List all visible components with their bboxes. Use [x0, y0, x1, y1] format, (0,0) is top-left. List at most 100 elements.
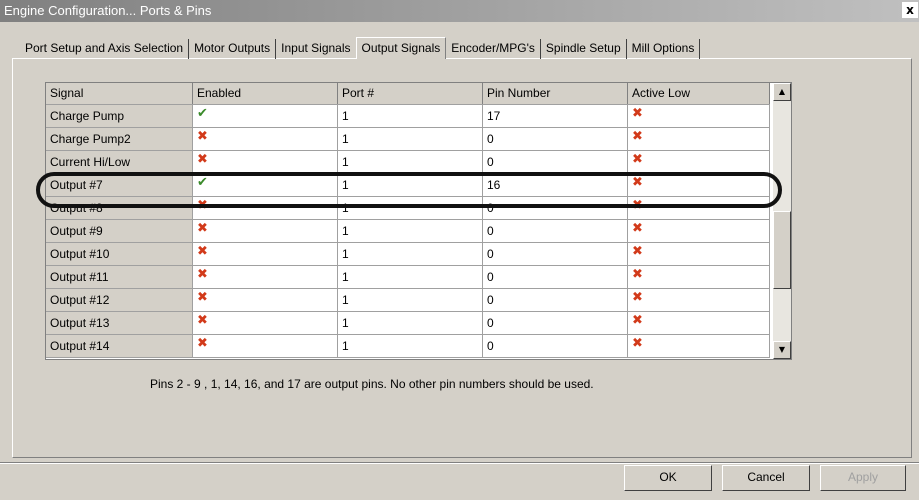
- tab-mill-options[interactable]: Mill Options: [627, 39, 701, 59]
- active-low-cell[interactable]: ✖: [628, 197, 770, 219]
- output-signals-grid: Signal Enabled Port # Pin Number Active …: [45, 82, 792, 360]
- enabled-cell[interactable]: ✖: [193, 151, 338, 173]
- cross-icon[interactable]: ✖: [632, 105, 643, 123]
- apply-button[interactable]: Apply: [820, 465, 906, 491]
- port-cell[interactable]: 1: [338, 128, 483, 150]
- close-button[interactable]: x: [902, 2, 918, 18]
- tab-motor-outputs[interactable]: Motor Outputs: [189, 39, 277, 59]
- cross-icon[interactable]: ✖: [632, 266, 643, 284]
- table-row[interactable]: Output #9 ✖ 1 0 ✖: [46, 220, 770, 243]
- cross-icon[interactable]: ✖: [632, 174, 643, 192]
- port-cell[interactable]: 1: [338, 174, 483, 196]
- port-cell[interactable]: 1: [338, 105, 483, 127]
- table-row[interactable]: Output #13 ✖ 1 0 ✖: [46, 312, 770, 335]
- active-low-cell[interactable]: ✖: [628, 312, 770, 334]
- cross-icon[interactable]: ✖: [197, 197, 208, 215]
- column-header-port[interactable]: Port #: [338, 83, 483, 104]
- column-header-active-low[interactable]: Active Low: [628, 83, 770, 104]
- pin-cell[interactable]: 0: [483, 289, 628, 311]
- cross-icon[interactable]: ✖: [632, 335, 643, 353]
- active-low-cell[interactable]: ✖: [628, 220, 770, 242]
- cross-icon[interactable]: ✖: [632, 128, 643, 146]
- tab-output-signals[interactable]: Output Signals: [355, 37, 447, 59]
- tab-input-signals[interactable]: Input Signals: [276, 39, 355, 59]
- active-low-cell[interactable]: ✖: [628, 266, 770, 288]
- table-row[interactable]: Output #12 ✖ 1 0 ✖: [46, 289, 770, 312]
- table-row[interactable]: Output #8 ✖ 1 0 ✖: [46, 197, 770, 220]
- port-cell[interactable]: 1: [338, 289, 483, 311]
- port-cell[interactable]: 1: [338, 335, 483, 357]
- table-row[interactable]: Current Hi/Low ✖ 1 0 ✖: [46, 151, 770, 174]
- enabled-cell[interactable]: ✖: [193, 220, 338, 242]
- scroll-down-icon[interactable]: ▼: [773, 341, 791, 359]
- ok-button[interactable]: OK: [624, 465, 712, 491]
- port-cell[interactable]: 1: [338, 197, 483, 219]
- pin-cell[interactable]: 0: [483, 335, 628, 357]
- port-cell[interactable]: 1: [338, 151, 483, 173]
- pin-cell[interactable]: 0: [483, 220, 628, 242]
- scroll-thumb[interactable]: [773, 211, 791, 289]
- pin-cell[interactable]: 0: [483, 197, 628, 219]
- port-cell[interactable]: 1: [338, 312, 483, 334]
- cross-icon[interactable]: ✖: [197, 151, 208, 169]
- active-low-cell[interactable]: ✖: [628, 174, 770, 196]
- cross-icon[interactable]: ✖: [197, 243, 208, 261]
- cross-icon[interactable]: ✖: [197, 312, 208, 330]
- active-low-cell[interactable]: ✖: [628, 289, 770, 311]
- scroll-up-icon[interactable]: ▲: [773, 83, 791, 101]
- table-row[interactable]: Output #7 ✔ 1 16 ✖: [46, 174, 770, 197]
- pin-cell[interactable]: 0: [483, 151, 628, 173]
- enabled-cell[interactable]: ✖: [193, 128, 338, 150]
- tab-spindle-setup[interactable]: Spindle Setup: [541, 39, 627, 59]
- cross-icon[interactable]: ✖: [632, 197, 643, 215]
- active-low-cell[interactable]: ✖: [628, 243, 770, 265]
- enabled-cell[interactable]: ✖: [193, 289, 338, 311]
- port-cell[interactable]: 1: [338, 243, 483, 265]
- cross-icon[interactable]: ✖: [197, 220, 208, 238]
- pin-cell[interactable]: 0: [483, 312, 628, 334]
- table-row[interactable]: Charge Pump ✔ 1 17 ✖: [46, 105, 770, 128]
- table-row[interactable]: Charge Pump2 ✖ 1 0 ✖: [46, 128, 770, 151]
- tab-port-setup[interactable]: Port Setup and Axis Selection: [20, 39, 190, 59]
- pin-cell[interactable]: 16: [483, 174, 628, 196]
- cross-icon[interactable]: ✖: [632, 243, 643, 261]
- enabled-cell[interactable]: ✖: [193, 335, 338, 357]
- enabled-cell[interactable]: ✖: [193, 312, 338, 334]
- active-low-cell[interactable]: ✖: [628, 335, 770, 357]
- cross-icon[interactable]: ✖: [632, 289, 643, 307]
- column-header-pin[interactable]: Pin Number: [483, 83, 628, 104]
- cross-icon[interactable]: ✖: [632, 220, 643, 238]
- tab-encoder-mpg[interactable]: Encoder/MPG's: [446, 39, 541, 59]
- signal-cell: Output #9: [46, 220, 193, 242]
- cross-icon[interactable]: ✖: [632, 151, 643, 169]
- cross-icon[interactable]: ✖: [197, 335, 208, 353]
- column-header-enabled[interactable]: Enabled: [193, 83, 338, 104]
- port-cell[interactable]: 1: [338, 266, 483, 288]
- table-row[interactable]: Output #14 ✖ 1 0 ✖: [46, 335, 770, 358]
- check-icon[interactable]: ✔: [197, 105, 208, 123]
- pin-cell[interactable]: 0: [483, 243, 628, 265]
- active-low-cell[interactable]: ✖: [628, 105, 770, 127]
- column-header-signal[interactable]: Signal: [46, 83, 193, 104]
- pin-cell[interactable]: 17: [483, 105, 628, 127]
- active-low-cell[interactable]: ✖: [628, 151, 770, 173]
- enabled-cell[interactable]: ✔: [193, 105, 338, 127]
- port-cell[interactable]: 1: [338, 220, 483, 242]
- enabled-cell[interactable]: ✖: [193, 243, 338, 265]
- table-row[interactable]: Output #10 ✖ 1 0 ✖: [46, 243, 770, 266]
- enabled-cell[interactable]: ✖: [193, 197, 338, 219]
- cancel-button[interactable]: Cancel: [722, 465, 810, 491]
- pin-cell[interactable]: 0: [483, 128, 628, 150]
- table-row[interactable]: Output #11 ✖ 1 0 ✖: [46, 266, 770, 289]
- cross-icon[interactable]: ✖: [632, 312, 643, 330]
- enabled-cell[interactable]: ✔: [193, 174, 338, 196]
- pin-cell[interactable]: 0: [483, 266, 628, 288]
- engine-config-window: Engine Configuration... Ports & Pins x P…: [0, 0, 919, 500]
- active-low-cell[interactable]: ✖: [628, 128, 770, 150]
- cross-icon[interactable]: ✖: [197, 266, 208, 284]
- check-icon[interactable]: ✔: [197, 174, 208, 192]
- cross-icon[interactable]: ✖: [197, 128, 208, 146]
- enabled-cell[interactable]: ✖: [193, 266, 338, 288]
- grid-scrollbar[interactable]: ▲ ▼: [773, 83, 791, 359]
- cross-icon[interactable]: ✖: [197, 289, 208, 307]
